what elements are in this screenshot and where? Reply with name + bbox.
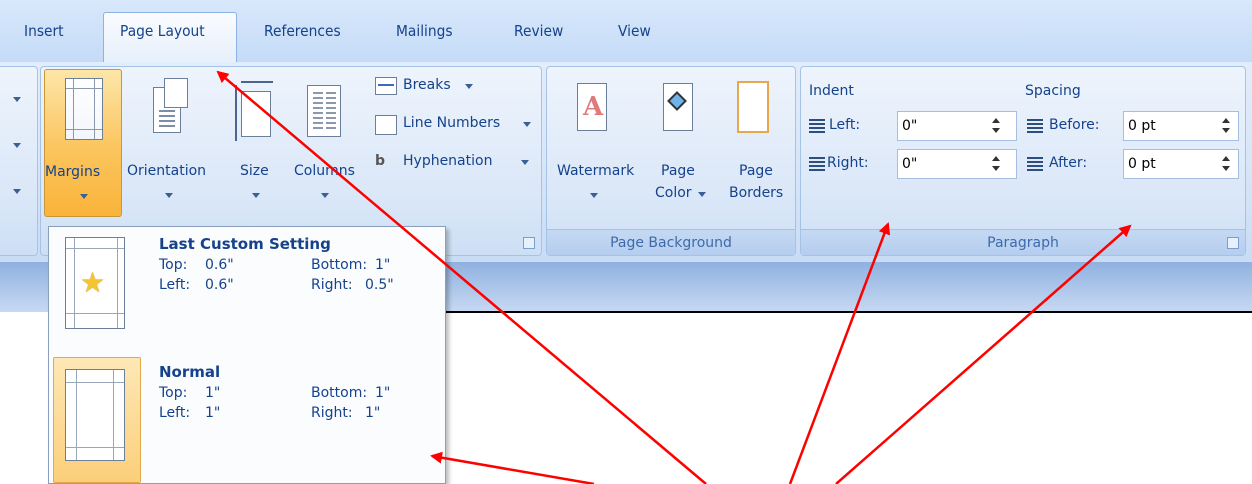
arrow-to-page-layout-tab	[216, 70, 707, 484]
arrow-to-indent-fields	[788, 222, 891, 484]
arrow-to-spacing-fields	[835, 224, 1132, 484]
arrow-to-margins-menu	[430, 451, 595, 484]
annotation-arrows	[216, 70, 1132, 484]
